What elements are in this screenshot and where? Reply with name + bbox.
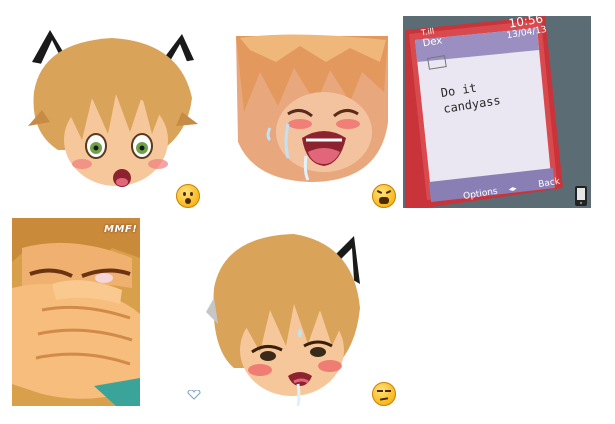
sticker-blushing-fox-boy[interactable] <box>204 228 362 406</box>
crying-boy-illustration <box>236 34 388 182</box>
sticker-surprised-fox-boy[interactable] <box>12 22 200 192</box>
hands-covering-face-illustration <box>12 218 140 406</box>
sticker-phone-message[interactable]: T.ill Dex 10:56 13/04/13 Do it candyass … <box>403 16 591 208</box>
tired-face-icon <box>372 184 396 208</box>
blushing-fox-boy-illustration <box>206 234 360 406</box>
contact-name: Dex <box>422 35 444 50</box>
mobile-phone-icon <box>575 186 587 206</box>
softkey-options: Options <box>462 186 499 202</box>
heart-icon <box>187 390 201 400</box>
softkey-back: Back <box>537 176 561 191</box>
unamused-face-icon <box>372 382 396 406</box>
surprised-face-icon <box>176 184 200 208</box>
sfx-text: MMF! <box>104 224 138 235</box>
surprised-fox-boy-illustration <box>28 30 198 187</box>
phone-screen: T.ill Dex 10:56 13/04/13 Do it candyass … <box>411 16 582 208</box>
sticker-hands-covering-face[interactable]: MMF! <box>12 218 140 406</box>
softkey-nav-arrows: ◂▸ <box>507 183 518 194</box>
sticker-crying-boy[interactable] <box>230 32 388 182</box>
envelope-icon <box>427 55 447 70</box>
